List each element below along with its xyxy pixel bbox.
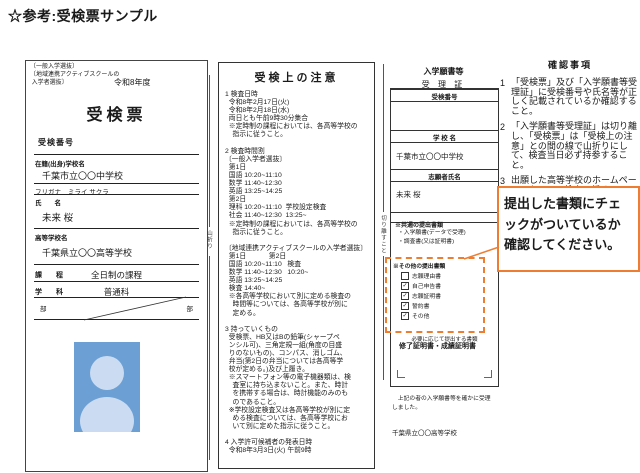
item-number: 1 [500, 78, 508, 116]
item-text: 「入学願書等受理証」は切り離し、「受検票」は「受検上の注意」との間の線で山折りに… [511, 122, 640, 170]
divider [34, 281, 199, 282]
precautions-panel: 受検上の注意 1 検査日時 令和8年2月17日(火) 令和8年2月18日(水) … [218, 62, 375, 469]
course-value: 全日制の課程 [26, 269, 207, 281]
ticket-selection-note: 〔一般入学選抜〕 〔地域連携アクティブスクールの 入学者選抜〕 [30, 64, 119, 87]
precautions-title: 受検上の注意 [219, 69, 374, 85]
checkbox-label: その他 [412, 311, 429, 320]
fold-line-top [209, 75, 210, 227]
other-documents-title: ※その他の提出書類 [393, 261, 445, 270]
divider [34, 264, 199, 265]
name-value: 未来 桜 [42, 210, 73, 224]
document-page: ☆参考:受検票サンプル 〔一般入学選抜〕 〔地域連携アクティブスクールの 入学者… [0, 0, 640, 473]
precautions-body: 1 検査日時 令和8年2月17日(火) 令和8年2月18日(水) 両日とも午前9… [225, 91, 372, 455]
checklist-item: ✓ 自己申告書 [401, 281, 441, 290]
exam-ticket-panel: 〔一般入学選抜〕 〔地域連携アクティブスクールの 入学者選抜〕 令和8年度 受検… [25, 60, 208, 472]
receipt-title: 入学願書等 [390, 66, 497, 77]
receipt-exam-number-header: 受検番号 [391, 89, 498, 102]
ticket-year: 令和8年度 [114, 77, 150, 88]
divider [34, 183, 199, 184]
checklist-item: 志願理由書 [401, 271, 441, 280]
stamp-corner-mark [397, 370, 405, 378]
receiving-school: 千葉県立〇〇高等学校 [392, 427, 457, 437]
exam-number-label: 受検番号 [38, 137, 74, 148]
applicant-photo-placeholder [74, 342, 140, 432]
checkbox-icon: ✓ [401, 282, 409, 290]
receipt-school-value: 千葉市立〇〇中学校 [391, 143, 498, 169]
checkbox-icon: ✓ [401, 292, 409, 300]
fold-line-bottom [209, 256, 210, 460]
checklist-item: ✓ 誓約書 [401, 301, 429, 310]
divider [34, 297, 199, 298]
checkbox-icon: ✓ [401, 312, 409, 320]
page-title: ☆参考:受検票サンプル [8, 6, 158, 26]
cut-line-bottom [383, 256, 384, 380]
item-number: 2 [500, 122, 508, 170]
checklist-item: ✓ その他 [401, 311, 429, 320]
other-documents-dashed-box: ※その他の提出書類 志願理由書 ✓ 自己申告書 ✓ 志願証明書 ✓ 誓約書 ✓ … [385, 257, 485, 333]
name-label: 氏 名 [35, 197, 61, 207]
divider [34, 154, 199, 155]
checkbox-label: 誓約書 [412, 301, 429, 310]
ticket-title: 受検票 [26, 101, 207, 125]
confirmation-item: 1 「受検票」及び「入学願書等受理証」に受検番号や氏名等が正しく記載されているか… [500, 78, 640, 116]
checkbox-label: 志願理由書 [412, 271, 441, 280]
checkbox-icon: ✓ [401, 302, 409, 310]
cut-line-top [383, 64, 384, 212]
receipt-school-header: 学 校 名 [391, 130, 498, 143]
common-documents-items: ・入学願書(データで受理) ・調査書(又は証明書) [398, 229, 466, 247]
origin-school-label: 在籍(出身)学校名 [35, 158, 85, 168]
checkbox-label: 志願証明書 [412, 291, 441, 300]
receipt-applicant-header: 志願者氏名 [391, 169, 498, 182]
optional-documents-list: 修了証明書・成績証明書 [399, 343, 487, 352]
checkbox-label: 自己申告書 [412, 281, 441, 290]
club-label-right: 部 [187, 303, 194, 313]
mountain-fold-label: 山折り [205, 230, 213, 250]
submitted-documents-box: ※共通の提出書類 ・入学願書(データで受理) ・調査書(又は証明書) ※その他の… [390, 212, 499, 387]
checklist-item: ✓ 志願証明書 [401, 291, 441, 300]
receipt-statement: 上記の者の入学願書等を確かに受理しました。 [392, 395, 495, 412]
optional-documents-title: 必要に応じて提出する書類 [391, 335, 498, 343]
checkbox-icon [401, 272, 409, 280]
high-school-label: 高等学校名 [35, 232, 68, 242]
receipt-table: 受検番号 学 校 名 千葉市立〇〇中学校 志願者氏名 未来 桜 [390, 88, 499, 223]
common-documents-title: ※共通の提出書類 [395, 220, 443, 229]
confirmation-item: 2 「入学願書等受理証」は切り離し、「受検票」は「受検上の注意」との間の線で山折… [500, 122, 640, 170]
club-label-left: 部 [40, 303, 47, 313]
item-text: 「受検票」及び「入学願書等受理証」に受検番号や氏名等が正しく記載されているか確認… [511, 78, 640, 116]
stamp-corner-mark [484, 370, 492, 378]
cut-here-label: 切り離すこと [379, 215, 387, 254]
divider [34, 319, 199, 320]
receipt-exam-number-value [391, 102, 498, 130]
confirmation-panel: 確認事項 1 「受検票」及び「入学願書等受理証」に受検番号や氏名等が正しく記載さ… [500, 58, 640, 202]
divider [34, 228, 199, 229]
origin-school-value: 千葉市立〇〇中学校 [42, 169, 123, 182]
divider [34, 194, 199, 195]
confirmation-title: 確認事項 [500, 58, 640, 71]
high-school-value: 千葉県立〇〇高等学校 [42, 246, 132, 259]
callout-box: 提出した書類にチェックがついているか確認してください。 [497, 186, 640, 272]
